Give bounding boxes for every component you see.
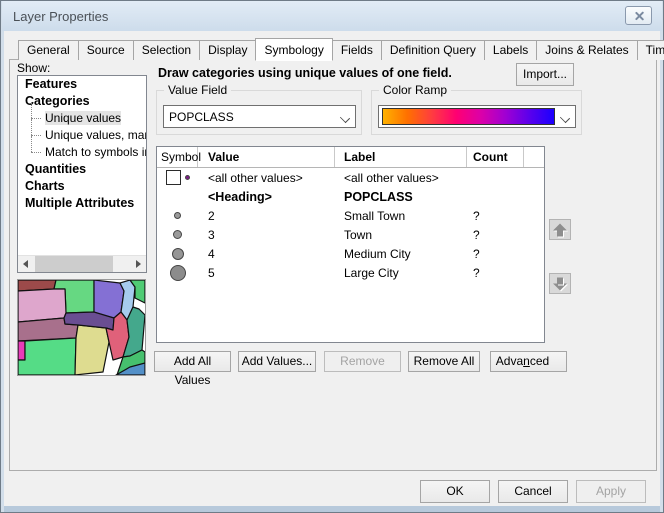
color-ramp-label: Color Ramp: [379, 83, 451, 97]
table-row[interactable]: 2 Small Town ?: [157, 206, 544, 225]
show-item-unique-values[interactable]: Unique values: [18, 110, 146, 127]
point-symbol[interactable]: [174, 212, 181, 219]
remove-button[interactable]: Remove: [324, 351, 401, 372]
column-header-label[interactable]: Label: [335, 147, 467, 167]
move-up-button[interactable]: [549, 219, 571, 240]
show-item-charts[interactable]: Charts: [18, 178, 146, 195]
show-tree: Features Categories Unique values Unique…: [17, 75, 147, 273]
color-ramp-gradient: [382, 108, 555, 125]
tab-joins-relates[interactable]: Joins & Relates: [536, 40, 637, 60]
point-symbol[interactable]: [185, 175, 190, 180]
show-item-features[interactable]: Features: [18, 76, 146, 93]
column-header-count[interactable]: Count: [467, 147, 524, 167]
add-all-values-button[interactable]: Add All Values: [154, 351, 231, 372]
tab-symbology[interactable]: Symbology: [255, 38, 332, 61]
point-symbol[interactable]: [172, 248, 184, 260]
tab-labels[interactable]: Labels: [484, 40, 537, 60]
table-row[interactable]: <all other values> <all other values>: [157, 168, 544, 187]
cancel-button[interactable]: Cancel: [498, 480, 568, 503]
show-item-categories[interactable]: Categories: [18, 93, 146, 110]
value-field-group: Value Field POPCLASS: [156, 90, 362, 135]
tab-definition-query[interactable]: Definition Query: [381, 40, 485, 60]
unique-values-table: Symbol Value Label Count <all other valu…: [156, 146, 545, 343]
table-row[interactable]: 3 Town ?: [157, 225, 544, 244]
import-button[interactable]: Import...: [516, 63, 574, 86]
ok-button[interactable]: OK: [420, 480, 490, 503]
color-ramp-group: Color Ramp: [371, 90, 582, 135]
tab-source[interactable]: Source: [78, 40, 134, 60]
close-button[interactable]: [625, 6, 652, 25]
column-header-value[interactable]: Value: [198, 147, 335, 167]
tab-time[interactable]: Time: [637, 40, 664, 60]
remove-all-button[interactable]: Remove All: [408, 351, 480, 372]
chevron-down-icon[interactable]: [337, 106, 355, 127]
title-bar[interactable]: Layer Properties: [2, 1, 662, 31]
show-item-unique-values-many[interactable]: Unique values, many: [18, 127, 146, 144]
map-preview-thumbnail: [17, 279, 146, 376]
tab-selection[interactable]: Selection: [133, 40, 200, 60]
tab-display[interactable]: Display: [199, 40, 256, 60]
up-arrow-icon: [553, 223, 567, 236]
color-ramp-dropdown[interactable]: [378, 105, 576, 128]
add-values-button[interactable]: Add Values...: [238, 351, 316, 372]
scrollbar-thumb[interactable]: [35, 256, 113, 272]
scroll-left-icon[interactable]: [18, 256, 35, 272]
description-text: Draw categories using unique values of o…: [158, 66, 452, 80]
apply-button[interactable]: Apply: [576, 480, 646, 503]
show-item-multiple-attributes[interactable]: Multiple Attributes: [18, 195, 146, 212]
table-row[interactable]: 4 Medium City ?: [157, 244, 544, 263]
value-field-dropdown[interactable]: POPCLASS: [163, 105, 356, 128]
table-header: Symbol Value Label Count: [157, 147, 544, 168]
table-row-heading[interactable]: <Heading> POPCLASS: [157, 187, 544, 206]
all-other-values-checkbox[interactable]: [166, 170, 181, 185]
chevron-down-icon[interactable]: [557, 106, 575, 127]
value-field-value: POPCLASS: [164, 110, 337, 124]
advanced-button[interactable]: Advanced: [490, 351, 567, 372]
layer-properties-dialog: Layer Properties General Source Selectio…: [0, 0, 664, 513]
tree-horizontal-scrollbar[interactable]: [18, 255, 146, 272]
show-label: Show:: [17, 61, 50, 75]
point-symbol[interactable]: [173, 230, 182, 239]
point-symbol[interactable]: [170, 265, 186, 281]
tab-general[interactable]: General: [18, 40, 79, 60]
column-header-symbol[interactable]: Symbol: [157, 147, 198, 167]
down-arrow-icon: [553, 277, 567, 290]
show-item-match-to-symbols[interactable]: Match to symbols in a: [18, 144, 146, 161]
table-row[interactable]: 5 Large City ?: [157, 263, 544, 282]
move-down-button[interactable]: [549, 273, 571, 294]
close-icon: [633, 10, 644, 21]
tab-strip: General Source Selection Display Symbolo…: [18, 37, 664, 60]
scroll-right-icon[interactable]: [129, 256, 146, 272]
value-field-label: Value Field: [164, 83, 231, 97]
tab-fields[interactable]: Fields: [332, 40, 382, 60]
show-item-quantities[interactable]: Quantities: [18, 161, 146, 178]
window-title: Layer Properties: [13, 9, 108, 24]
